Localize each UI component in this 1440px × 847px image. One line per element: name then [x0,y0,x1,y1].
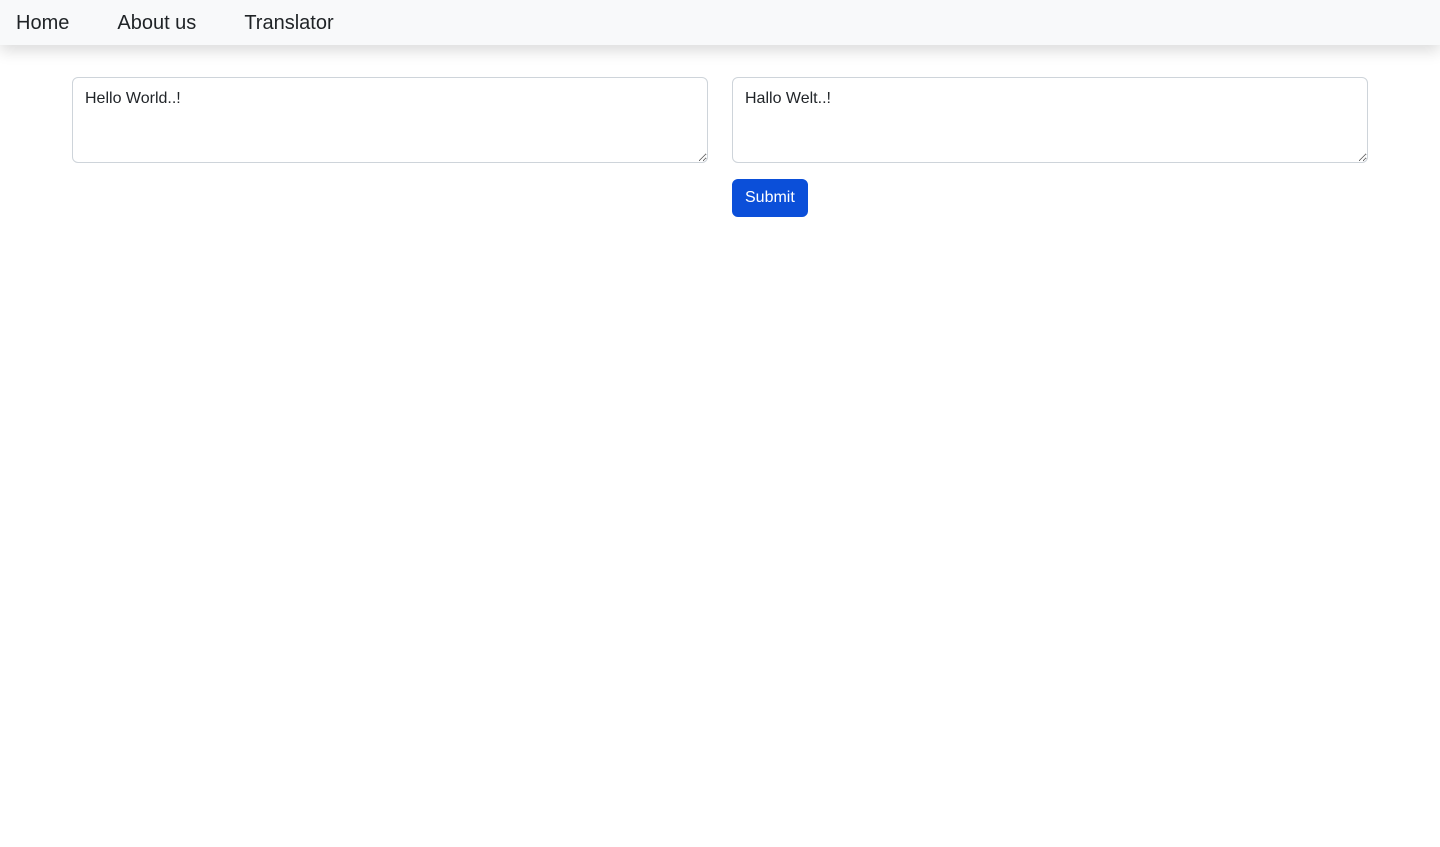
source-text-input[interactable]: Hello World..! [72,77,708,163]
top-navbar: Home About us Translator [0,0,1440,45]
nav-link-about-us[interactable]: About us [117,13,196,33]
nav-link-home[interactable]: Home [16,13,69,33]
nav-link-translator[interactable]: Translator [244,13,333,33]
submit-button[interactable]: Submit [732,179,808,217]
source-column: Hello World..! [72,77,708,163]
target-column: Hallo Welt..! Submit [732,77,1368,217]
translated-text-output[interactable]: Hallo Welt..! [732,77,1368,163]
